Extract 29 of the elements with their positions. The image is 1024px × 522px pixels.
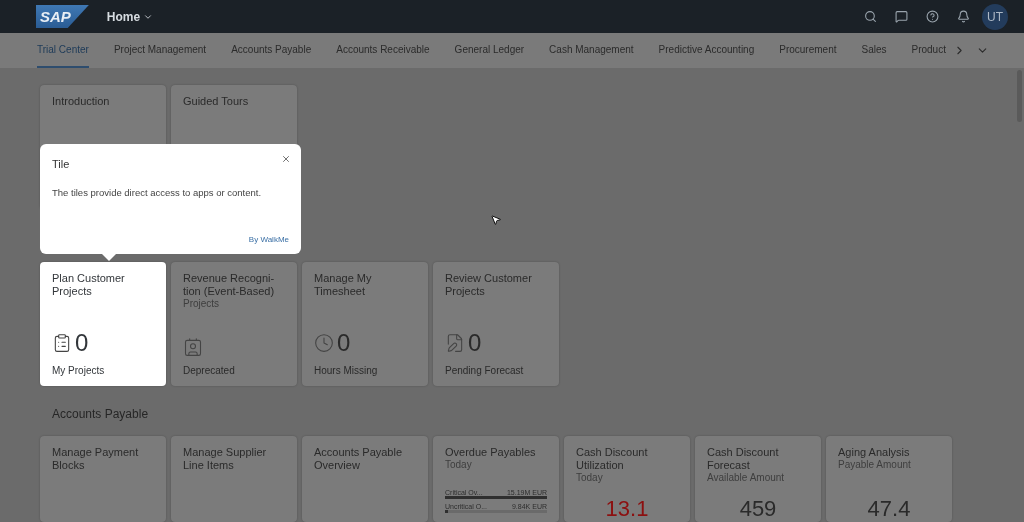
tile-number: 459	[739, 498, 777, 520]
tile-title: Accounts Payable Overview	[314, 446, 404, 472]
tile-title: Introduction	[52, 95, 111, 108]
tile-number: 0	[337, 329, 351, 357]
tile-title: Revenue Recogni-tion (Event-Based)	[183, 272, 276, 298]
tile-subtitle: Available Amount	[707, 472, 786, 484]
section-title: Accounts Payable	[52, 407, 150, 421]
popup-text: The tiles provide direct access to apps or content.	[52, 187, 263, 198]
tile-title: Overdue Payables	[445, 446, 537, 459]
popup-title: Tile	[52, 158, 71, 170]
tile-footer: Hours Missing	[314, 365, 416, 376]
tile-title: Manage Supplier Line Items	[183, 446, 268, 472]
tile-title: Guided Tours	[183, 95, 250, 108]
tile-subtitle: Payable Amount	[838, 459, 912, 471]
tile-number: 0	[468, 329, 482, 357]
tile-title: Cash Discount Forecast	[707, 446, 780, 472]
tile-number: 47.4	[867, 498, 911, 520]
tile-title: Plan Customer Projects	[52, 272, 126, 298]
tile-subtitle: Projects	[183, 298, 221, 310]
tile-footer: Deprecated	[183, 365, 285, 376]
tile-title: Cash Discount Utilization	[576, 446, 649, 472]
tile-number: 13.1	[605, 498, 649, 520]
tile-title: Manage My Timesheet	[314, 272, 373, 298]
tile-title: Manage Payment Blocks	[52, 446, 140, 472]
tile-number: 0	[75, 329, 89, 357]
tile-title: Aging Analysis	[838, 446, 911, 459]
tile-title: Review Customer Projects	[445, 272, 533, 298]
tile-footer: Pending Forecast	[445, 365, 547, 376]
tile-footer: My Projects	[52, 365, 154, 376]
